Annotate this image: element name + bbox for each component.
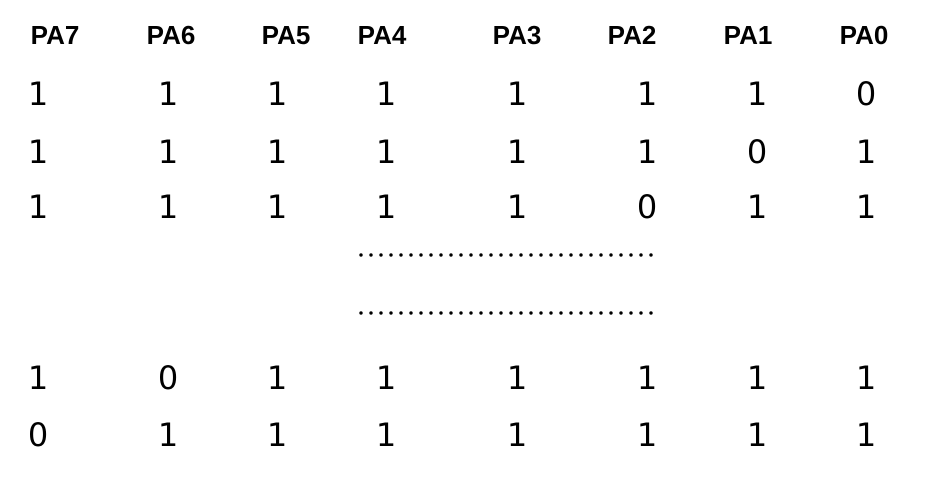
bit-cell: 1 [266,359,288,397]
header-pa0: PA0 [839,20,889,50]
bit-cell: 0 [27,416,49,454]
header-pa2: PA2 [607,20,657,50]
bit-cell: 1 [746,416,768,454]
bit-cell: 1 [746,188,768,226]
bit-cell: 1 [506,133,528,171]
bit-cell: 1 [506,359,528,397]
bit-cell: 1 [746,359,768,397]
bit-cell: 1 [266,75,288,113]
header-pa3: PA3 [492,20,542,50]
bit-cell: 1 [266,188,288,226]
header-pa4: PA4 [357,20,407,50]
bit-cell: 1 [375,133,397,171]
bit-cell: 1 [506,188,528,226]
bit-cell: 1 [375,188,397,226]
bit-cell: 1 [157,188,179,226]
bit-cell: 1 [855,133,877,171]
bit-cell: 1 [855,359,877,397]
bit-cell: 1 [266,133,288,171]
bit-cell: 1 [636,133,658,171]
bit-cell: 1 [27,75,49,113]
ellipsis-dots [356,252,654,258]
bit-cell: 1 [636,416,658,454]
bit-cell: 1 [27,359,49,397]
bit-cell: 1 [157,75,179,113]
bit-cell: 1 [855,416,877,454]
bit-cell: 1 [157,416,179,454]
bit-cell: 1 [636,359,658,397]
header-pa5: PA5 [261,20,311,50]
header-pa6: PA6 [146,20,196,50]
bit-cell: 1 [375,75,397,113]
bit-cell: 1 [855,188,877,226]
ellipsis-dots [356,310,654,316]
bit-cell: 0 [636,188,658,226]
bit-cell: 0 [157,359,179,397]
bit-cell: 1 [27,188,49,226]
bit-cell: 1 [375,416,397,454]
header-pa7: PA7 [30,20,80,50]
bit-cell: 0 [746,133,768,171]
bit-cell: 1 [375,359,397,397]
bit-cell: 1 [27,133,49,171]
header-pa1: PA1 [723,20,773,50]
bit-cell: 1 [266,416,288,454]
bit-cell: 1 [506,416,528,454]
bit-cell: 1 [506,75,528,113]
bit-cell: 1 [157,133,179,171]
bit-cell: 1 [746,75,768,113]
bit-cell: 1 [636,75,658,113]
bit-cell: 0 [855,75,877,113]
